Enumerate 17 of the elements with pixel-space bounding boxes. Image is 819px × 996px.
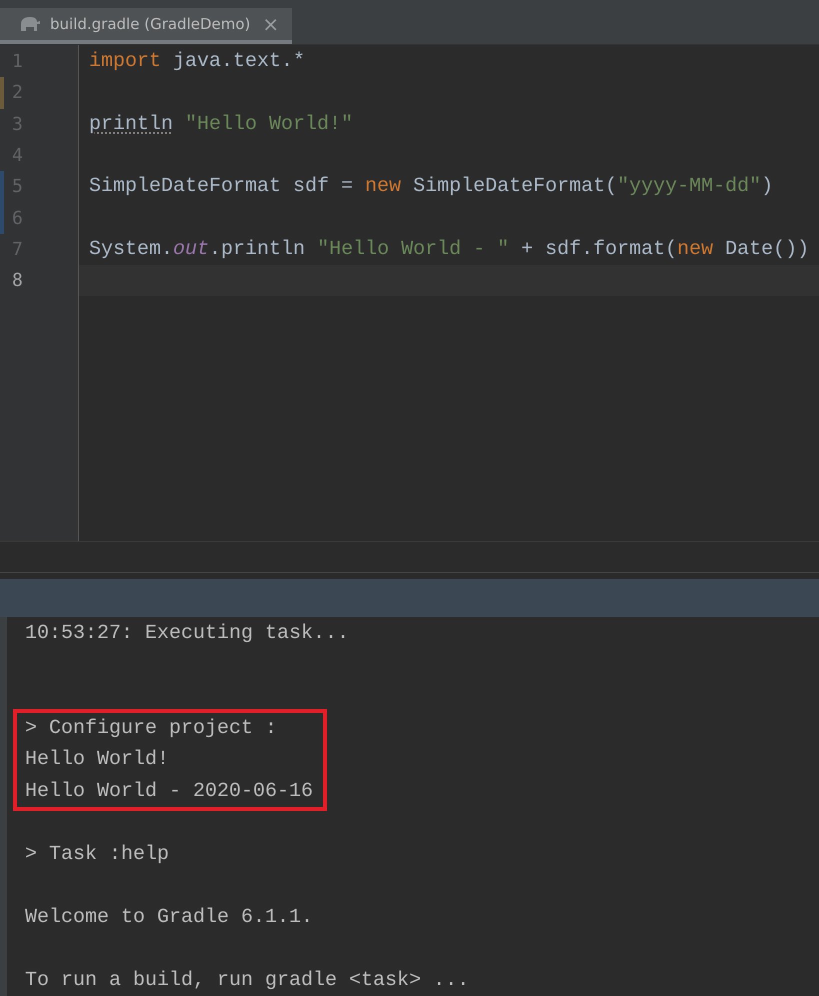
code-line: System.out.println "Hello World - " + sdf.format(new Date()) — [89, 238, 810, 261]
tab-title: build.gradle (GradleDemo) — [50, 15, 250, 33]
console-line: Welcome to Gradle 6.1.1. — [25, 904, 314, 930]
console-line: > Configure project : — [25, 716, 278, 742]
change-marker — [0, 77, 4, 109]
code-line: import java.text.* — [89, 50, 306, 74]
console-line: Hello World - 2020-06-16 — [25, 778, 314, 804]
console-line: 10:53:27: Executing task... — [25, 621, 350, 647]
console-line: Hello World! — [25, 747, 170, 773]
console-line: > Task :help — [25, 842, 170, 868]
console-line: To run a build, run gradle <task> ... — [25, 968, 470, 994]
code-line: println "Hello World!" — [89, 112, 354, 136]
close-icon[interactable]: × — [262, 12, 280, 36]
editor-tab[interactable]: build.gradle (GradleDemo) × — [0, 8, 292, 44]
line-number: 8 — [12, 270, 23, 292]
code-line: SimpleDateFormat sdf = new SimpleDateFormat("yyyy-MM-dd") — [89, 175, 774, 198]
elephant-icon — [18, 15, 42, 33]
